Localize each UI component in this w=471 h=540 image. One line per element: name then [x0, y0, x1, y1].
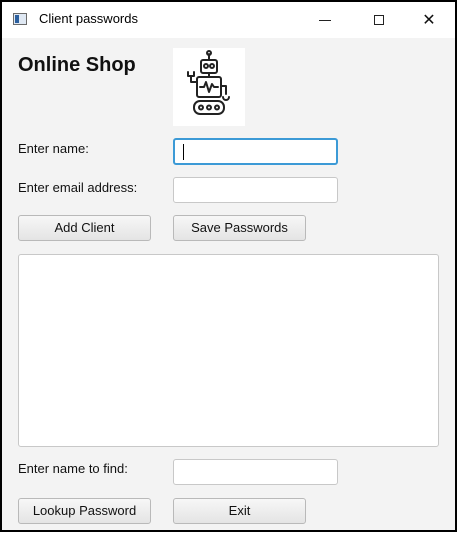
text-caret: [183, 144, 184, 160]
find-name-label: Enter name to find:: [18, 461, 128, 476]
title-bar[interactable]: Client passwords ✕: [2, 2, 455, 38]
lookup-password-button[interactable]: Lookup Password: [18, 498, 151, 524]
minimize-button[interactable]: [303, 2, 347, 38]
email-label: Enter email address:: [18, 180, 138, 195]
app-window-icon: [13, 13, 27, 25]
close-icon: ✕: [422, 12, 436, 29]
shop-title: Online Shop: [18, 54, 136, 76]
app-window: Client passwords ✕ Online Shop Enter nam…: [0, 0, 457, 532]
exit-button[interactable]: Exit: [173, 498, 306, 524]
minimize-icon: [319, 19, 331, 21]
name-field[interactable]: [173, 138, 338, 165]
email-field[interactable]: [173, 177, 338, 203]
window-title: Client passwords: [39, 11, 138, 26]
output-text-area[interactable]: [18, 254, 439, 447]
robot-icon: [173, 48, 245, 126]
find-name-field[interactable]: [173, 459, 338, 485]
name-label: Enter name:: [18, 141, 89, 156]
add-client-button[interactable]: Add Client: [18, 215, 151, 241]
save-passwords-button[interactable]: Save Passwords: [173, 215, 306, 241]
maximize-icon: [374, 15, 384, 25]
close-button[interactable]: ✕: [407, 2, 451, 38]
maximize-button[interactable]: [357, 2, 401, 38]
